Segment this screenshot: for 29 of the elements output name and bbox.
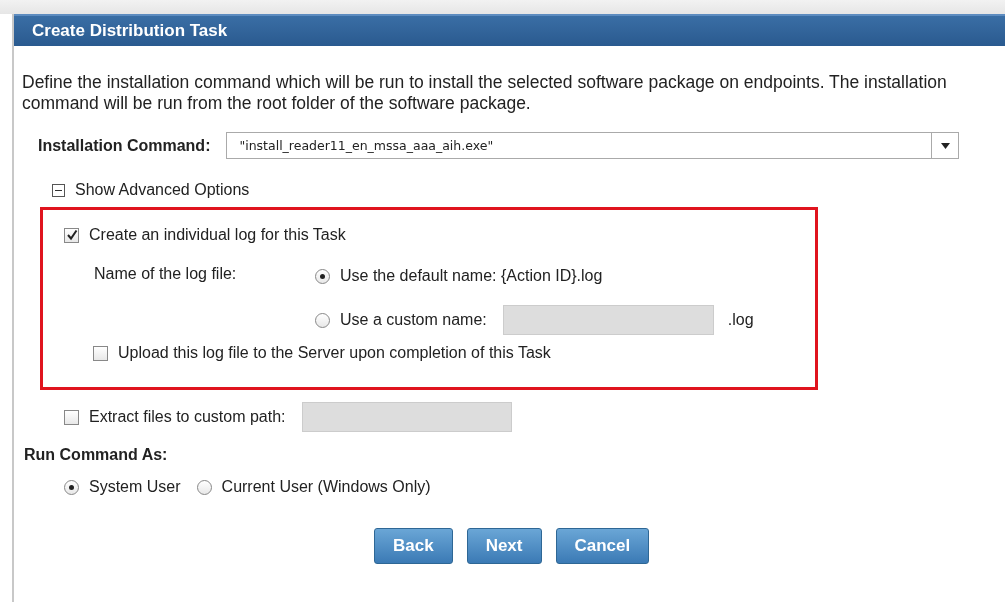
section-label: Run Command As: [24,446,169,464]
checkbox[interactable] [64,409,79,425]
radio-button[interactable] [315,312,330,328]
extension-label: .log [727,311,754,329]
window-title: Create Distribution Task [32,21,228,41]
field-label: Installation Command: [38,136,211,155]
field-label: Name of the log file: [94,265,238,284]
custom-path-field[interactable] [301,402,512,432]
description: Define the installation command which will be run to install the selected software package on endpoints. The installation command will be run from the root folder of the software package. [22,72,948,114]
wizard-button[interactable]: Cancel [555,528,650,564]
collapse-icon[interactable] [52,183,65,197]
radio-label: Use a custom name: [340,311,487,329]
advanced-options-label[interactable]: Show Advanced Options [75,181,250,199]
radio-label: Current User (Windows Only) [221,478,431,496]
wizard-button[interactable]: Back [374,528,453,564]
custom-name-field[interactable] [502,305,714,335]
checkbox-label: Extract files to custom path: [89,408,286,426]
radio-button[interactable] [196,479,212,495]
checkbox[interactable] [93,345,108,361]
radio-label: Use the default name: {Action ID}.log [340,267,603,285]
checkbox-label: Upload this log file to the Server upon completion of this Task [118,344,551,362]
radio-button[interactable] [315,268,330,284]
wizard-button[interactable]: Next [466,528,542,564]
checkbox-label: Create an individual log for this Task [89,226,346,244]
radio-label: System User [89,478,181,496]
installation-command-dropdown[interactable]: "install_reader11_en_mssa_aaa_aih.exe" [226,132,960,159]
dropdown-arrow-icon [940,142,950,149]
checkbox[interactable] [64,227,79,243]
radio-button[interactable] [64,479,79,495]
